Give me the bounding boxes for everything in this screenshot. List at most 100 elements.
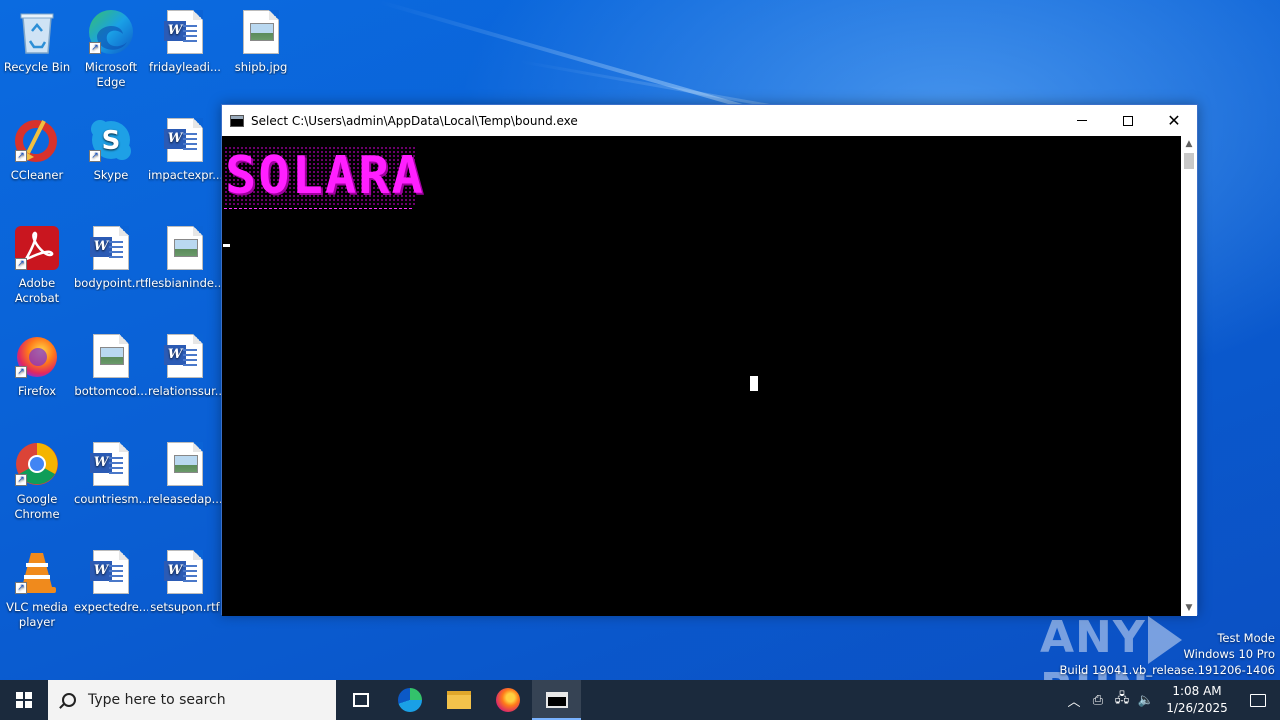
desktop-icon-shipb[interactable]: shipb.jpg [224, 8, 298, 75]
mouse-cursor-block [750, 376, 758, 391]
word-doc-icon: W [161, 332, 209, 380]
test-mode-text: Test Mode [1217, 631, 1275, 645]
taskbar-file-explorer[interactable] [434, 680, 483, 720]
text-caret [223, 244, 230, 247]
word-doc-icon: W [87, 440, 135, 488]
shortcut-arrow-icon: ↗ [89, 150, 101, 162]
taskbar-firefox[interactable] [483, 680, 532, 720]
desktop-icon-label: Google [16, 492, 58, 506]
shortcut-arrow-icon: ↗ [15, 582, 27, 594]
desktop-icon-fridayleadi[interactable]: W fridayleadi... [148, 8, 222, 75]
console-icon [545, 692, 568, 708]
image-file-icon [87, 332, 135, 380]
desktop-icon-label: releasedap... [148, 492, 222, 506]
word-doc-icon: W [161, 548, 209, 596]
clock[interactable]: 1:08 AM 1/26/2025 [1158, 683, 1236, 717]
desktop-icon-recycle-bin[interactable]: Recycle Bin [0, 8, 74, 75]
desktop-icon-label: bottomcod... [74, 384, 148, 398]
desktop-icon-label: VLC media [6, 600, 68, 614]
desktop-icon-ccleaner[interactable]: ↗ CCleaner [0, 116, 74, 183]
desktop-icon-label: impactexpr... [148, 168, 222, 182]
desktop-icon-label: Microsoft [84, 60, 138, 74]
desktop-icon-label: fridayleadi... [149, 60, 221, 74]
scroll-up-arrow-icon[interactable]: ▲ [1181, 136, 1197, 152]
word-doc-icon: W [161, 8, 209, 56]
taskbar: Type here to search ︿ ⎙ 🖧 🔈 1:08 AM 1/26… [0, 680, 1280, 720]
desktop-icon-label: expectedre... [74, 600, 148, 614]
build-text: Build 19041.vb_release.191206-1406 [1059, 663, 1275, 677]
desktop-icon-bottomcod[interactable]: bottomcod... [74, 332, 148, 399]
os-edition-text: Windows 10 Pro [1183, 647, 1275, 661]
taskbar-edge[interactable] [385, 680, 434, 720]
vlc-icon: ↗ [13, 548, 61, 596]
shortcut-arrow-icon: ↗ [15, 366, 27, 378]
task-view-button[interactable] [336, 680, 385, 720]
desktop-icon-google-chrome[interactable]: ↗ Google Chrome [0, 440, 74, 522]
desktop-icon-setsupon[interactable]: W setsupon.rtf [148, 548, 222, 615]
console-output[interactable]: SOLARA [222, 136, 1182, 616]
desktop-icon-vlc[interactable]: ↗ VLC media player [0, 548, 74, 630]
desktop-icon-label: Recycle Bin [3, 60, 71, 74]
show-hidden-icons-chevron-up-icon[interactable]: ︿ [1062, 691, 1086, 710]
shortcut-arrow-icon: ↗ [15, 474, 27, 486]
desktop-icon-adobe-acrobat[interactable]: ↗ Adobe Acrobat [0, 224, 74, 306]
desktop-icon-relationssur[interactable]: W relationssur... [148, 332, 222, 399]
desktop-icon-label-line2: Acrobat [14, 291, 60, 305]
desktop-icon-microsoft-edge[interactable]: ↗ Microsoft Edge [74, 8, 148, 90]
network-icon[interactable]: 🖧 [1110, 689, 1134, 711]
desktop-icon-label: lesbianinde... [148, 276, 222, 290]
desktop-icon-label: Adobe [18, 276, 56, 290]
system-tray: ︿ ⎙ 🖧 🔈 1:08 AM 1/26/2025 [1062, 680, 1280, 720]
window-titlebar[interactable]: Select C:\Users\admin\AppData\Local\Temp… [222, 105, 1197, 136]
minimize-button[interactable] [1059, 105, 1105, 136]
network-device-icon[interactable]: ⎙ [1086, 693, 1110, 708]
desktop-icon-firefox[interactable]: ↗ Firefox [0, 332, 74, 399]
desktop-icon-countriesm[interactable]: W countriesm... [74, 440, 148, 507]
system-info-overlay: Test Mode Windows 10 Pro Build 19041.vb_… [1059, 630, 1275, 678]
desktop-icon-impactexpr[interactable]: W impactexpr... [148, 116, 222, 183]
notification-center-button[interactable] [1236, 693, 1280, 707]
windows-logo-icon [16, 692, 32, 708]
desktop-icon-bodypoint[interactable]: W bodypoint.rtf [74, 224, 148, 291]
maximize-icon [1123, 115, 1133, 126]
edge-icon [397, 688, 422, 712]
desktop-icon-label: Firefox [17, 384, 57, 398]
word-doc-icon: W [87, 548, 135, 596]
word-doc-icon: W [87, 224, 135, 272]
search-icon [62, 693, 76, 707]
shortcut-arrow-icon: ↗ [15, 258, 27, 270]
desktop-icon-label: relationssur... [148, 384, 222, 398]
clock-time: 1:08 AM [1172, 684, 1222, 698]
maximize-button[interactable] [1105, 105, 1151, 136]
desktop-icon-label-line2: Chrome [14, 507, 60, 521]
desktop-icon-label-line2: player [18, 615, 56, 629]
desktop-icon-lesbianinde[interactable]: lesbianinde... [148, 224, 222, 291]
shortcut-arrow-icon: ↗ [15, 150, 27, 162]
console-app-icon [230, 114, 244, 127]
clock-date: 1/26/2025 [1166, 701, 1228, 715]
skype-icon: S ↗ [87, 116, 135, 164]
console-window[interactable]: Select C:\Users\admin\AppData\Local\Temp… [221, 104, 1198, 616]
taskbar-console[interactable] [532, 680, 581, 720]
folder-icon [446, 691, 471, 709]
desktop-icon-releasedap[interactable]: releasedap... [148, 440, 222, 507]
scrollbar-thumb[interactable] [1184, 153, 1194, 169]
acrobat-icon: ↗ [13, 224, 61, 272]
close-button[interactable]: ✕ [1151, 105, 1197, 136]
volume-icon[interactable]: 🔈 [1134, 693, 1158, 708]
desktop-icon-skype[interactable]: S ↗ Skype [74, 116, 148, 183]
console-scrollbar[interactable]: ▲ ▼ [1181, 136, 1197, 616]
start-button[interactable] [0, 680, 48, 720]
close-icon: ✕ [1167, 111, 1181, 130]
notification-icon [1250, 693, 1266, 707]
desktop-icon-label: Skype [93, 168, 129, 182]
shortcut-arrow-icon: ↗ [89, 42, 101, 54]
edge-icon: ↗ [87, 8, 135, 56]
taskbar-search-box[interactable]: Type here to search [48, 680, 336, 720]
image-file-icon [161, 224, 209, 272]
desktop-icon-expectedre[interactable]: W expectedre... [74, 548, 148, 615]
ccleaner-icon: ↗ [13, 116, 61, 164]
desktop-icon-label: bodypoint.rtf [74, 276, 148, 290]
word-doc-icon: W [161, 116, 209, 164]
search-placeholder: Type here to search [88, 692, 226, 708]
